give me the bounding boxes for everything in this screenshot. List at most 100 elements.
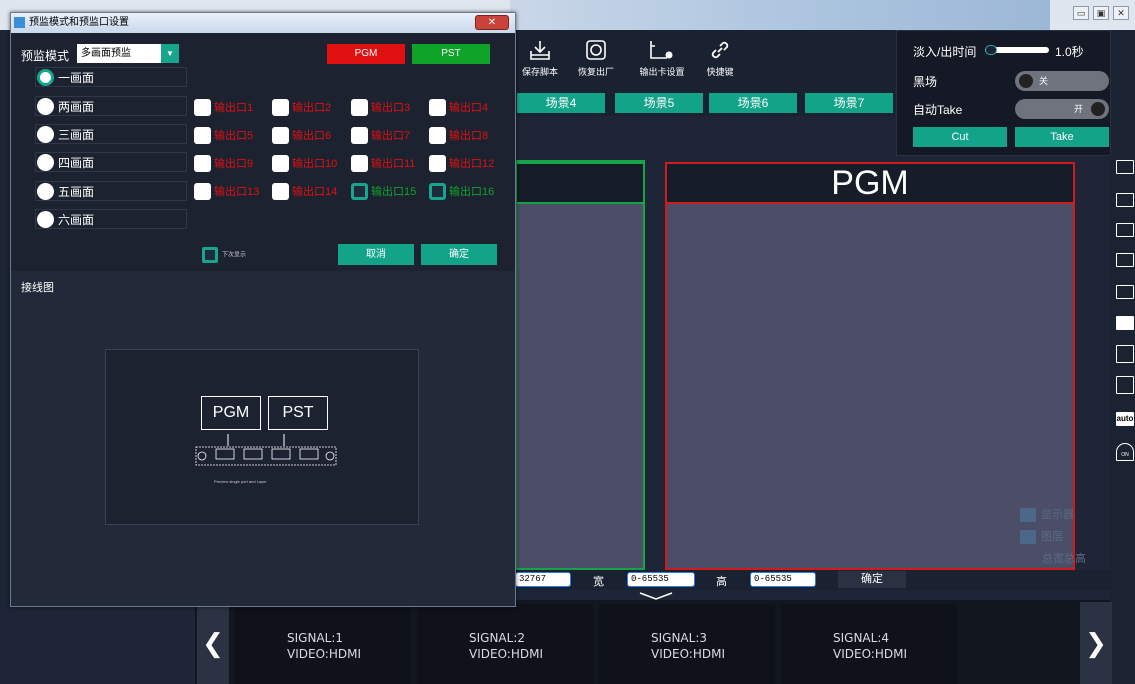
x-value-input[interactable]: 32767 [515,572,571,587]
scene-4-button[interactable]: 场景4 [517,93,605,113]
checkbox[interactable] [194,126,211,144]
mode-option-4[interactable]: 四画面 [35,152,187,172]
output-port-11[interactable]: 输出口11 [351,154,415,173]
checkbox[interactable] [351,98,368,116]
output-port-10[interactable]: 输出口10 [272,154,338,173]
dialog-titlebar: 预监模式和预监口设置 ✕ [11,13,515,33]
dialog-title: 预监模式和预监口设置 [29,17,129,28]
output-port-15[interactable]: 输出口15 [351,182,416,201]
output-port-4[interactable]: 输出口4 [429,98,489,117]
black-screen-toggle[interactable]: 关 [1015,71,1109,91]
radio[interactable] [37,154,54,172]
checkbox[interactable] [429,98,446,116]
mode-option-1[interactable]: 一画面 [35,67,187,87]
checkbox[interactable] [272,182,289,200]
image-add-icon[interactable] [1116,285,1134,299]
fade-time-slider[interactable] [985,45,1049,55]
mode-option-3[interactable]: 三画面 [35,124,187,144]
wiring-diagram: PGM PST Preview single port and Layer [105,349,419,525]
take-button[interactable]: Take [1015,127,1109,147]
radio-selected[interactable] [37,69,54,87]
signals-next-button[interactable]: ❯ [1080,602,1112,684]
output-port-9[interactable]: 输出口9 [194,154,253,173]
signal-card-2[interactable]: SIGNAL:2 VIDEO:HDMI [417,604,593,684]
copy-icon[interactable] [1116,345,1134,363]
checkbox[interactable] [272,154,289,172]
paste-icon[interactable] [1116,376,1134,394]
fade-slider-handle[interactable] [985,45,997,55]
output-port-7[interactable]: 输出口7 [351,126,410,145]
checkbox-checked[interactable] [202,247,218,263]
show-next-time-option[interactable]: 下次显示 [202,247,246,263]
close-button[interactable]: ✕ [1113,6,1129,20]
auto-icon[interactable]: auto [1116,412,1134,426]
close-box-icon[interactable] [1116,316,1134,330]
minimize-button[interactable]: ▭ [1073,6,1089,20]
output-port-14[interactable]: 输出口14 [272,182,337,201]
checkbox-checked[interactable] [429,182,446,200]
cut-button[interactable]: Cut [913,127,1007,147]
checkbox[interactable] [272,98,289,116]
pst-button[interactable]: PST [412,44,490,64]
checkbox[interactable] [429,126,446,144]
output-label: 输出口4 [449,102,489,114]
layer-icon[interactable] [1116,223,1134,237]
signals-prev-button[interactable]: ❮ [197,602,229,684]
radio[interactable] [37,211,54,229]
save-script-button[interactable]: 保存脚本 [510,38,570,78]
output-port-13[interactable]: 输出口13 [194,182,259,201]
mode-option-6[interactable]: 六画面 [35,209,187,229]
wiring-caption: Preview single port and Layer [214,479,267,484]
radio[interactable] [37,126,54,144]
output-card-settings-button[interactable]: 输出卡设置 [632,38,692,78]
checkbox[interactable] [194,98,211,116]
window-icon[interactable] [1116,193,1134,207]
pst-preview-pane[interactable] [515,160,645,570]
signal-card-4[interactable]: SIGNAL:4 VIDEO:HDMI [781,604,957,684]
mode-option-5[interactable]: 五画面 [35,181,187,201]
output-label: 输出口10 [292,158,338,170]
output-port-2[interactable]: 输出口2 [272,98,331,117]
radio[interactable] [37,183,54,201]
radio[interactable] [37,98,54,116]
auto-take-toggle[interactable]: 开 [1015,99,1109,119]
output-port-5[interactable]: 输出口5 [194,126,253,145]
checkbox[interactable] [194,182,211,200]
output-port-3[interactable]: 输出口3 [351,98,410,117]
cancel-button[interactable]: 取消 [338,244,414,265]
signal-card-1[interactable]: SIGNAL:1 VIDEO:HDMI [235,604,411,684]
checkbox-checked[interactable] [351,182,368,200]
dialog-close-button[interactable]: ✕ [475,15,509,30]
shortcut-button[interactable]: 快捷键 [690,38,750,78]
output-label: 输出口6 [292,130,332,142]
maximize-button[interactable]: ▣ [1093,6,1109,20]
height-input[interactable]: 0-65535 [750,572,816,587]
factory-reset-button[interactable]: 恢复出厂 [566,38,626,78]
image-icon[interactable] [1116,253,1134,267]
checkbox[interactable] [429,154,446,172]
on-icon[interactable]: ON [1116,443,1134,461]
pgm-button[interactable]: PGM [327,44,405,64]
signal-card-3[interactable]: SIGNAL:3 VIDEO:HDMI [599,604,775,684]
checkbox[interactable] [272,126,289,144]
size-confirm-button[interactable]: 确定 [838,571,906,588]
checkbox[interactable] [351,126,368,144]
confirm-button[interactable]: 确定 [421,244,497,265]
scene-7-button[interactable]: 场景7 [805,93,893,113]
pgm-preview-pane[interactable] [665,162,1075,570]
mode-label: 五画面 [58,185,95,199]
mode-option-2[interactable]: 两画面 [35,96,187,116]
output-port-6[interactable]: 输出口6 [272,126,332,145]
checkbox[interactable] [351,154,368,172]
monitor-icon[interactable] [1116,160,1134,174]
checkbox[interactable] [194,154,211,172]
width-input[interactable]: 0-65535 [627,572,695,587]
scene-6-button[interactable]: 场景6 [709,93,797,113]
scene-5-button[interactable]: 场景5 [615,93,703,113]
shortcut-link-icon [711,41,729,59]
output-port-16[interactable]: 输出口16 [429,182,494,201]
output-port-1[interactable]: 输出口1 [194,98,253,117]
preview-mode-select[interactable]: 多画面预监 ▼ [77,44,179,63]
output-port-8[interactable]: 输出口8 [429,126,488,145]
output-port-12[interactable]: 输出口12 [429,154,494,173]
